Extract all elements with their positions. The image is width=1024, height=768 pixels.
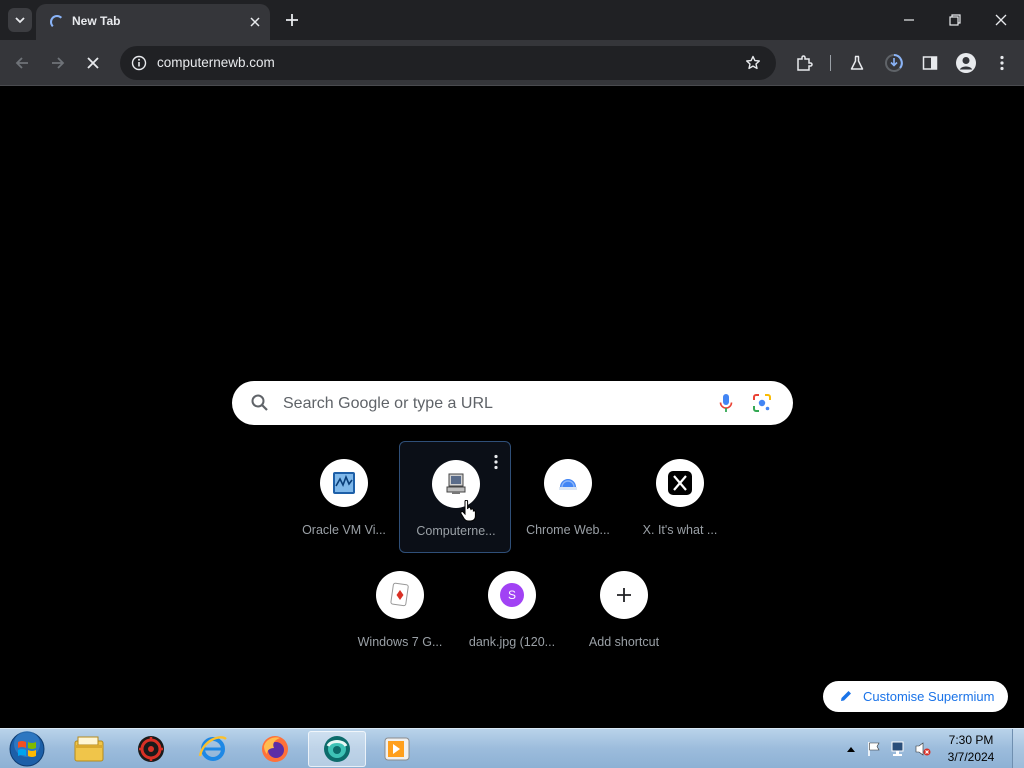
browser-toolbar: computernewb.com [0, 40, 1024, 86]
shortcut-label: X. It's what ... [642, 523, 718, 537]
virtualbox-icon [320, 459, 368, 507]
shortcut-label: dank.jpg (120... [468, 635, 556, 649]
firefox-icon [262, 736, 288, 762]
customise-label: Customise Supermium [863, 689, 995, 704]
site-info-icon[interactable] [130, 54, 148, 72]
close-icon [995, 14, 1007, 26]
taskbar-internet-explorer[interactable] [184, 731, 242, 767]
flask-icon [850, 55, 864, 70]
address-bar[interactable]: computernewb.com [120, 46, 776, 80]
screen: New Tab computernewb.com Search Google o… [0, 0, 1024, 768]
taskbar-supermium-active[interactable] [308, 731, 366, 767]
search-box[interactable]: Search Google or type a URL [232, 381, 793, 425]
new-tab-page: Search Google or type a URL Oracle VM Vi… [0, 87, 1024, 728]
clock-time[interactable]: 7:30 PM [940, 733, 1002, 747]
menu-button[interactable] [988, 49, 1016, 77]
chrome-web-store-icon [544, 459, 592, 507]
shortcut-label: Windows 7 G... [357, 635, 443, 649]
add-shortcut-tile[interactable]: Add shortcut [568, 553, 680, 665]
tab-search-button[interactable] [8, 8, 32, 32]
labs-button[interactable] [843, 49, 871, 77]
tab-strip: New Tab [0, 0, 1024, 40]
customise-button[interactable]: Customise Supermium [823, 681, 1008, 712]
shortcut-label: Add shortcut [588, 635, 660, 649]
tab-new-tab[interactable]: New Tab [36, 4, 270, 40]
shortcut-label: Oracle VM Vi... [302, 523, 386, 537]
taskbar: 7:30 PM 3/7/2024 [0, 728, 1024, 768]
tab-close-button[interactable] [245, 12, 265, 32]
downloads-button[interactable] [880, 49, 908, 77]
forward-arrow-icon [52, 57, 65, 69]
back-button[interactable] [8, 49, 36, 77]
stop-loading-button[interactable] [79, 49, 107, 77]
hand-cursor-icon [460, 500, 476, 522]
speaker-muted-icon[interactable] [914, 741, 932, 757]
close-window-button[interactable] [978, 0, 1024, 40]
solitaire-card-icon [376, 571, 424, 619]
shortcut-tile[interactable]: Oracle VM Vi... [288, 441, 400, 553]
shortcut-tile[interactable]: X. It's what ... [624, 441, 736, 553]
restore-button[interactable] [932, 0, 978, 40]
pencil-icon [841, 691, 851, 701]
file-explorer-icon [74, 736, 104, 762]
plus-icon [286, 14, 298, 26]
shortcut-tile[interactable]: Chrome Web... [512, 441, 624, 553]
star-icon [746, 55, 760, 70]
google-lens-icon[interactable] [752, 393, 772, 413]
more-options-icon[interactable] [492, 454, 500, 470]
plus-icon [600, 571, 648, 619]
taskbar-file-explorer[interactable] [60, 731, 118, 767]
minimize-button[interactable] [886, 0, 932, 40]
side-panel-icon [922, 56, 938, 70]
x-logo-icon [656, 459, 704, 507]
new-tab-button[interactable] [280, 8, 304, 32]
network-icon[interactable] [890, 741, 908, 757]
show-hidden-icons-icon[interactable] [846, 745, 856, 753]
address-bar-url[interactable]: computernewb.com [157, 55, 275, 70]
toolbar-separator [830, 55, 831, 71]
extensions-button[interactable] [790, 49, 818, 77]
kebab-menu-icon [1000, 55, 1004, 71]
taskbar-media-player[interactable] [368, 731, 426, 767]
chevron-down-icon [15, 17, 25, 24]
bookmark-star-button[interactable] [742, 52, 764, 74]
puzzle-piece-icon [797, 55, 813, 71]
download-progress-icon [885, 54, 903, 72]
side-panel-button[interactable] [916, 49, 944, 77]
search-icon [251, 394, 268, 411]
app-red-gear-icon [138, 736, 164, 762]
taskbar-app-red[interactable] [122, 731, 180, 767]
loading-spinner-icon [50, 15, 64, 29]
system-tray: 7:30 PM 3/7/2024 [840, 729, 1010, 768]
microphone-icon[interactable] [718, 393, 734, 413]
close-icon [87, 57, 99, 69]
shortcut-label: Computerne... [416, 524, 496, 538]
forward-button[interactable] [44, 49, 72, 77]
show-desktop-button[interactable] [1012, 729, 1024, 768]
shortcut-tile[interactable]: Windows 7 G... [344, 553, 456, 665]
media-player-icon [384, 737, 410, 761]
letter-s-icon: S [488, 571, 536, 619]
supermium-icon [324, 736, 350, 762]
action-center-flag-icon[interactable] [866, 741, 882, 757]
letter-badge: S [500, 583, 524, 607]
internet-explorer-icon [198, 736, 227, 761]
windows-logo-icon [9, 731, 45, 767]
restore-icon [949, 14, 961, 26]
clock-date[interactable]: 3/7/2024 [940, 750, 1002, 764]
start-button[interactable] [7, 730, 47, 768]
tab-title: New Tab [72, 14, 121, 28]
minimize-icon [904, 19, 914, 21]
back-arrow-icon [15, 57, 28, 69]
profile-button[interactable] [952, 49, 980, 77]
close-icon [250, 17, 260, 27]
shortcut-label: Chrome Web... [526, 523, 610, 537]
taskbar-firefox[interactable] [246, 731, 304, 767]
shortcut-tile-focused[interactable]: Computerne... [399, 441, 511, 553]
search-placeholder[interactable]: Search Google or type a URL [283, 395, 493, 413]
avatar-icon [956, 53, 976, 73]
shortcut-tile[interactable]: S dank.jpg (120... [456, 553, 568, 665]
